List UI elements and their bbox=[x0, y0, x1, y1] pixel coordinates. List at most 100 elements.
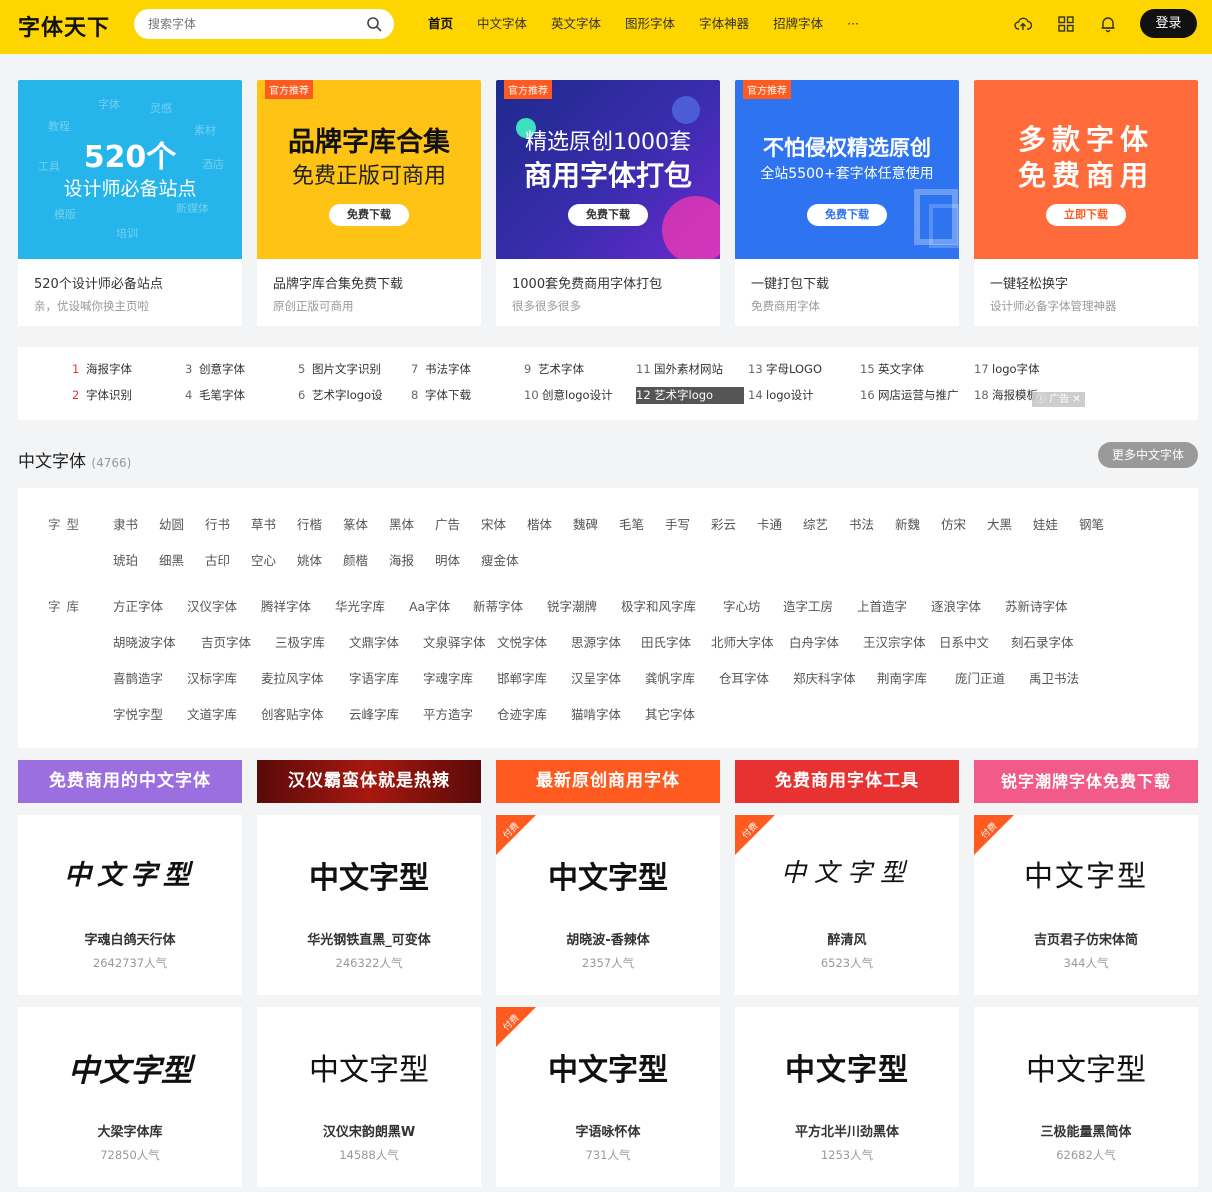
font-name[interactable]: 醉清风 bbox=[735, 929, 959, 948]
filter-tag-type[interactable]: 篆体 bbox=[343, 514, 368, 533]
filter-tag-library[interactable]: 方正字体 bbox=[113, 596, 163, 615]
font-name[interactable]: 平方北半川劲黑体 bbox=[735, 1121, 959, 1140]
filter-tag-type[interactable]: 行楷 bbox=[297, 514, 322, 533]
filter-tag-type[interactable]: 卡通 bbox=[757, 514, 782, 533]
filter-tag-library[interactable]: 平方造字 bbox=[423, 704, 473, 723]
filter-tag-type[interactable]: 古印 bbox=[205, 550, 230, 569]
banner-title[interactable]: 品牌字库合集免费下载 bbox=[273, 273, 403, 292]
nav-sign-fonts[interactable]: 招牌字体 bbox=[761, 0, 835, 54]
nav-more[interactable]: ··· bbox=[835, 0, 871, 54]
font-name[interactable]: 胡晓波-香辣体 bbox=[496, 929, 720, 948]
site-logo[interactable]: 字体天下 bbox=[18, 10, 110, 42]
banner-card-3[interactable]: 精选原创1000套 商用字体打包 免费下载 官方推荐 1000套免费商用字体打包… bbox=[496, 80, 720, 326]
filter-tag-type[interactable]: 姚体 bbox=[297, 550, 322, 569]
filter-tag-library[interactable]: 田氏字体 bbox=[641, 632, 691, 651]
filter-tag-type[interactable]: 瘦金体 bbox=[481, 550, 519, 569]
filter-tag-library[interactable]: 白舟字体 bbox=[789, 632, 839, 651]
font-card[interactable]: 中文字型 大梁字体库 72850人气 bbox=[18, 1007, 242, 1187]
font-sample-preview[interactable]: 中文字型 bbox=[257, 1045, 481, 1089]
nav-font-tools[interactable]: 字体神器 bbox=[687, 0, 761, 54]
hot-search-item[interactable]: 4 毛笔字体 bbox=[185, 387, 245, 404]
font-name[interactable]: 字语咏怀体 bbox=[496, 1121, 720, 1140]
login-button[interactable]: 登录 bbox=[1140, 9, 1197, 38]
filter-tag-type[interactable]: 海报 bbox=[389, 550, 414, 569]
nav-chinese-fonts[interactable]: 中文字体 bbox=[465, 0, 539, 54]
hot-search-item[interactable]: 16 网店运营与推广 bbox=[860, 387, 959, 404]
font-name[interactable]: 三极能量黑简体 bbox=[974, 1121, 1198, 1140]
font-card[interactable]: 中文字型 三极能量黑简体 62682人气 bbox=[974, 1007, 1198, 1187]
font-card[interactable]: 中文字型 字魂白鸽天行体 2642737人气 bbox=[18, 815, 242, 995]
hot-search-item[interactable]: 12 艺术字logo bbox=[636, 387, 744, 404]
filter-tag-type[interactable]: 草书 bbox=[251, 514, 276, 533]
font-card[interactable]: 中文字型 吉页君子仿宋体简 344人气 付费 bbox=[974, 815, 1198, 995]
filter-tag-type[interactable]: 魏碑 bbox=[573, 514, 598, 533]
filter-tag-type[interactable]: 颜楷 bbox=[343, 550, 368, 569]
font-card[interactable]: 中文字型 平方北半川劲黑体 1253人气 bbox=[735, 1007, 959, 1187]
more-chinese-fonts-button[interactable]: 更多中文字体 bbox=[1098, 442, 1198, 468]
search-icon[interactable] bbox=[366, 16, 382, 32]
filter-tag-type[interactable]: 黑体 bbox=[389, 514, 414, 533]
font-sample-preview[interactable]: 中文字型 bbox=[496, 853, 720, 897]
font-name[interactable]: 字魂白鸽天行体 bbox=[18, 929, 242, 948]
filter-tag-library[interactable]: 文鼎字体 bbox=[349, 632, 399, 651]
filter-tag-library[interactable]: 新蒂字体 bbox=[473, 596, 523, 615]
filter-tag-library[interactable]: 极字和风字库 bbox=[621, 596, 696, 615]
filter-tag-library[interactable]: 思源字体 bbox=[571, 632, 621, 651]
filter-tag-library[interactable]: 云峰字库 bbox=[349, 704, 399, 723]
filter-tag-type[interactable]: 幼圆 bbox=[159, 514, 184, 533]
banner-card-2[interactable]: 品牌字库合集 免费正版可商用 免费下载 官方推荐 品牌字库合集免费下载 原创正版… bbox=[257, 80, 481, 326]
filter-tag-type[interactable]: 隶书 bbox=[113, 514, 138, 533]
filter-tag-library[interactable]: Aa字体 bbox=[409, 596, 450, 615]
banner-title[interactable]: 一键打包下载 bbox=[751, 273, 829, 292]
filter-tag-library[interactable]: 郑庆科字体 bbox=[793, 668, 856, 687]
download-now-button[interactable]: 立即下载 bbox=[1046, 204, 1126, 226]
category-banner-2[interactable]: 汉仪霸蛮体就是热辣 bbox=[257, 760, 481, 803]
nav-graphic-fonts[interactable]: 图形字体 bbox=[613, 0, 687, 54]
filter-tag-library[interactable]: 日系中文 bbox=[939, 632, 989, 651]
filter-tag-library[interactable]: 刻石录字体 bbox=[1011, 632, 1074, 651]
filter-tag-library[interactable]: 苏新诗字体 bbox=[1005, 596, 1068, 615]
hot-search-item[interactable]: 2 字体识别 bbox=[72, 387, 132, 404]
hot-search-item[interactable]: 5 图片文字识别 bbox=[298, 361, 381, 378]
filter-tag-library[interactable]: 喜鹊造字 bbox=[113, 668, 163, 687]
filter-tag-library[interactable]: 吉页字体 bbox=[201, 632, 251, 651]
category-banner-1[interactable]: 免费商用的中文字体 bbox=[18, 760, 242, 803]
filter-tag-type[interactable]: 手写 bbox=[665, 514, 690, 533]
font-sample-preview[interactable]: 中文字型 bbox=[496, 1045, 720, 1089]
filter-tag-type[interactable]: 行书 bbox=[205, 514, 230, 533]
filter-tag-type[interactable]: 细黑 bbox=[159, 550, 184, 569]
font-name[interactable]: 吉页君子仿宋体简 bbox=[974, 929, 1198, 948]
filter-tag-type[interactable]: 书法 bbox=[849, 514, 874, 533]
filter-tag-library[interactable]: 邯郸字库 bbox=[497, 668, 547, 687]
filter-tag-library[interactable]: 北师大字体 bbox=[711, 632, 774, 651]
filter-tag-type[interactable]: 楷体 bbox=[527, 514, 552, 533]
filter-tag-type[interactable]: 广告 bbox=[435, 514, 460, 533]
filter-tag-type[interactable]: 大黑 bbox=[987, 514, 1012, 533]
filter-tag-library[interactable]: 王汉宗字体 bbox=[863, 632, 926, 651]
filter-tag-type[interactable]: 彩云 bbox=[711, 514, 736, 533]
hot-search-item[interactable]: 17 logo字体 bbox=[974, 361, 1040, 378]
hot-search-item[interactable]: 15 英文字体 bbox=[860, 361, 924, 378]
category-banner-3[interactable]: 最新原创商用字体 bbox=[496, 760, 720, 803]
filter-tag-library[interactable]: 三极字库 bbox=[275, 632, 325, 651]
filter-tag-library[interactable]: 字心坊 bbox=[723, 596, 761, 615]
filter-tag-type[interactable]: 钢笔 bbox=[1079, 514, 1104, 533]
filter-tag-library[interactable]: 字魂字库 bbox=[423, 668, 473, 687]
font-sample-preview[interactable]: 中文字型 bbox=[974, 1045, 1198, 1089]
banner-image[interactable]: 字体 灵感 教程 素材 工具 酒店 模版 新媒体 培训 520个 设计师必备站点 bbox=[18, 80, 242, 259]
filter-tag-library[interactable]: 汉标字库 bbox=[187, 668, 237, 687]
hot-search-item[interactable]: 8 字体下载 bbox=[411, 387, 471, 404]
hot-search-item[interactable]: 10 创意logo设计 bbox=[524, 387, 613, 404]
free-download-button[interactable]: 免费下载 bbox=[568, 204, 648, 226]
filter-tag-library[interactable]: 锐字潮牌 bbox=[547, 596, 597, 615]
hot-search-item[interactable]: 14 logo设计 bbox=[748, 387, 814, 404]
hot-search-item[interactable]: 7 书法字体 bbox=[411, 361, 471, 378]
banner-title[interactable]: 520个设计师必备站点 bbox=[34, 273, 163, 292]
filter-tag-library[interactable]: 创客贴字体 bbox=[261, 704, 324, 723]
ad-badge[interactable]: ⓘ 广告 ✕ bbox=[1032, 392, 1085, 407]
font-sample-preview[interactable]: 中文字型 bbox=[735, 853, 959, 889]
filter-tag-type[interactable]: 毛笔 bbox=[619, 514, 644, 533]
filter-tag-type[interactable]: 明体 bbox=[435, 550, 460, 569]
filter-tag-type[interactable]: 仿宋 bbox=[941, 514, 966, 533]
font-card[interactable]: 中文字型 汉仪宋韵朗黑W 14588人气 bbox=[257, 1007, 481, 1187]
